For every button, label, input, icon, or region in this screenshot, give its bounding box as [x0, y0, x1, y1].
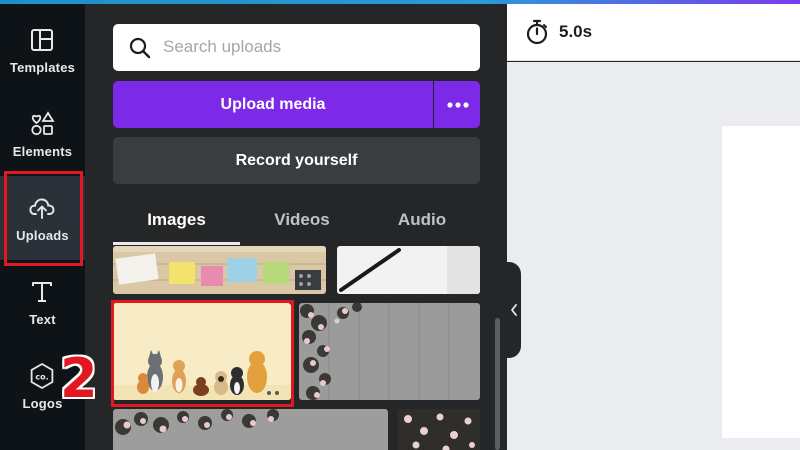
- upload-thumbnail-desk[interactable]: [113, 246, 326, 294]
- text-icon: [32, 282, 52, 302]
- desk-photo-image: [113, 246, 326, 294]
- tab-videos[interactable]: Videos: [240, 204, 364, 244]
- editor-canvas-area: [507, 62, 800, 450]
- search-box[interactable]: [113, 24, 480, 71]
- svg-text:co.: co.: [35, 373, 48, 382]
- page-duration[interactable]: 5.0s: [559, 22, 592, 42]
- step-number-2: 2: [60, 347, 98, 410]
- stopwatch-icon[interactable]: [525, 19, 549, 45]
- uploads-highlight-box: [4, 171, 83, 266]
- record-yourself-button[interactable]: Record yourself: [113, 137, 480, 184]
- logos-icon: co.: [30, 362, 54, 390]
- upload-thumbnail-flowers-wall[interactable]: [299, 303, 480, 400]
- dogs-thumbnail-highlight-box: [111, 300, 294, 407]
- active-tab-indicator: [113, 242, 240, 245]
- sidebar-item-label: Elements: [12, 144, 73, 159]
- more-dots-icon: [447, 102, 469, 108]
- templates-icon: [31, 29, 53, 51]
- flowers-wall-image: [299, 303, 480, 400]
- collapse-panel-handle[interactable]: [507, 262, 521, 358]
- sidebar-item-text[interactable]: Text: [0, 260, 85, 344]
- sidebar-item-label: Templates: [9, 60, 76, 75]
- sidebar-item-elements[interactable]: Elements: [0, 92, 85, 176]
- upload-media-button[interactable]: Upload media: [113, 81, 433, 128]
- upload-more-options-button[interactable]: [434, 81, 480, 128]
- sidebar-item-label: Text: [29, 312, 56, 327]
- pen-photo-image: [337, 246, 480, 294]
- sidebar-item-templates[interactable]: Templates: [0, 8, 85, 92]
- search-input[interactable]: [163, 35, 463, 59]
- flowers-small-image: [398, 409, 480, 450]
- search-icon: [129, 37, 151, 59]
- editor-toolbar: 5.0s: [507, 4, 800, 61]
- tab-images[interactable]: Images: [113, 204, 240, 244]
- panel-scrollbar[interactable]: [495, 318, 500, 450]
- upload-thumbnail-flowers-small[interactable]: [398, 409, 480, 450]
- tab-audio[interactable]: Audio: [364, 204, 480, 244]
- chevron-left-icon: [511, 304, 517, 316]
- flowers-branch-image: [113, 409, 388, 450]
- elements-icon: [31, 111, 55, 136]
- design-page[interactable]: [722, 126, 800, 438]
- upload-thumbnail-flowers-branch[interactable]: [113, 409, 388, 450]
- upload-thumbnail-pen[interactable]: [337, 246, 480, 294]
